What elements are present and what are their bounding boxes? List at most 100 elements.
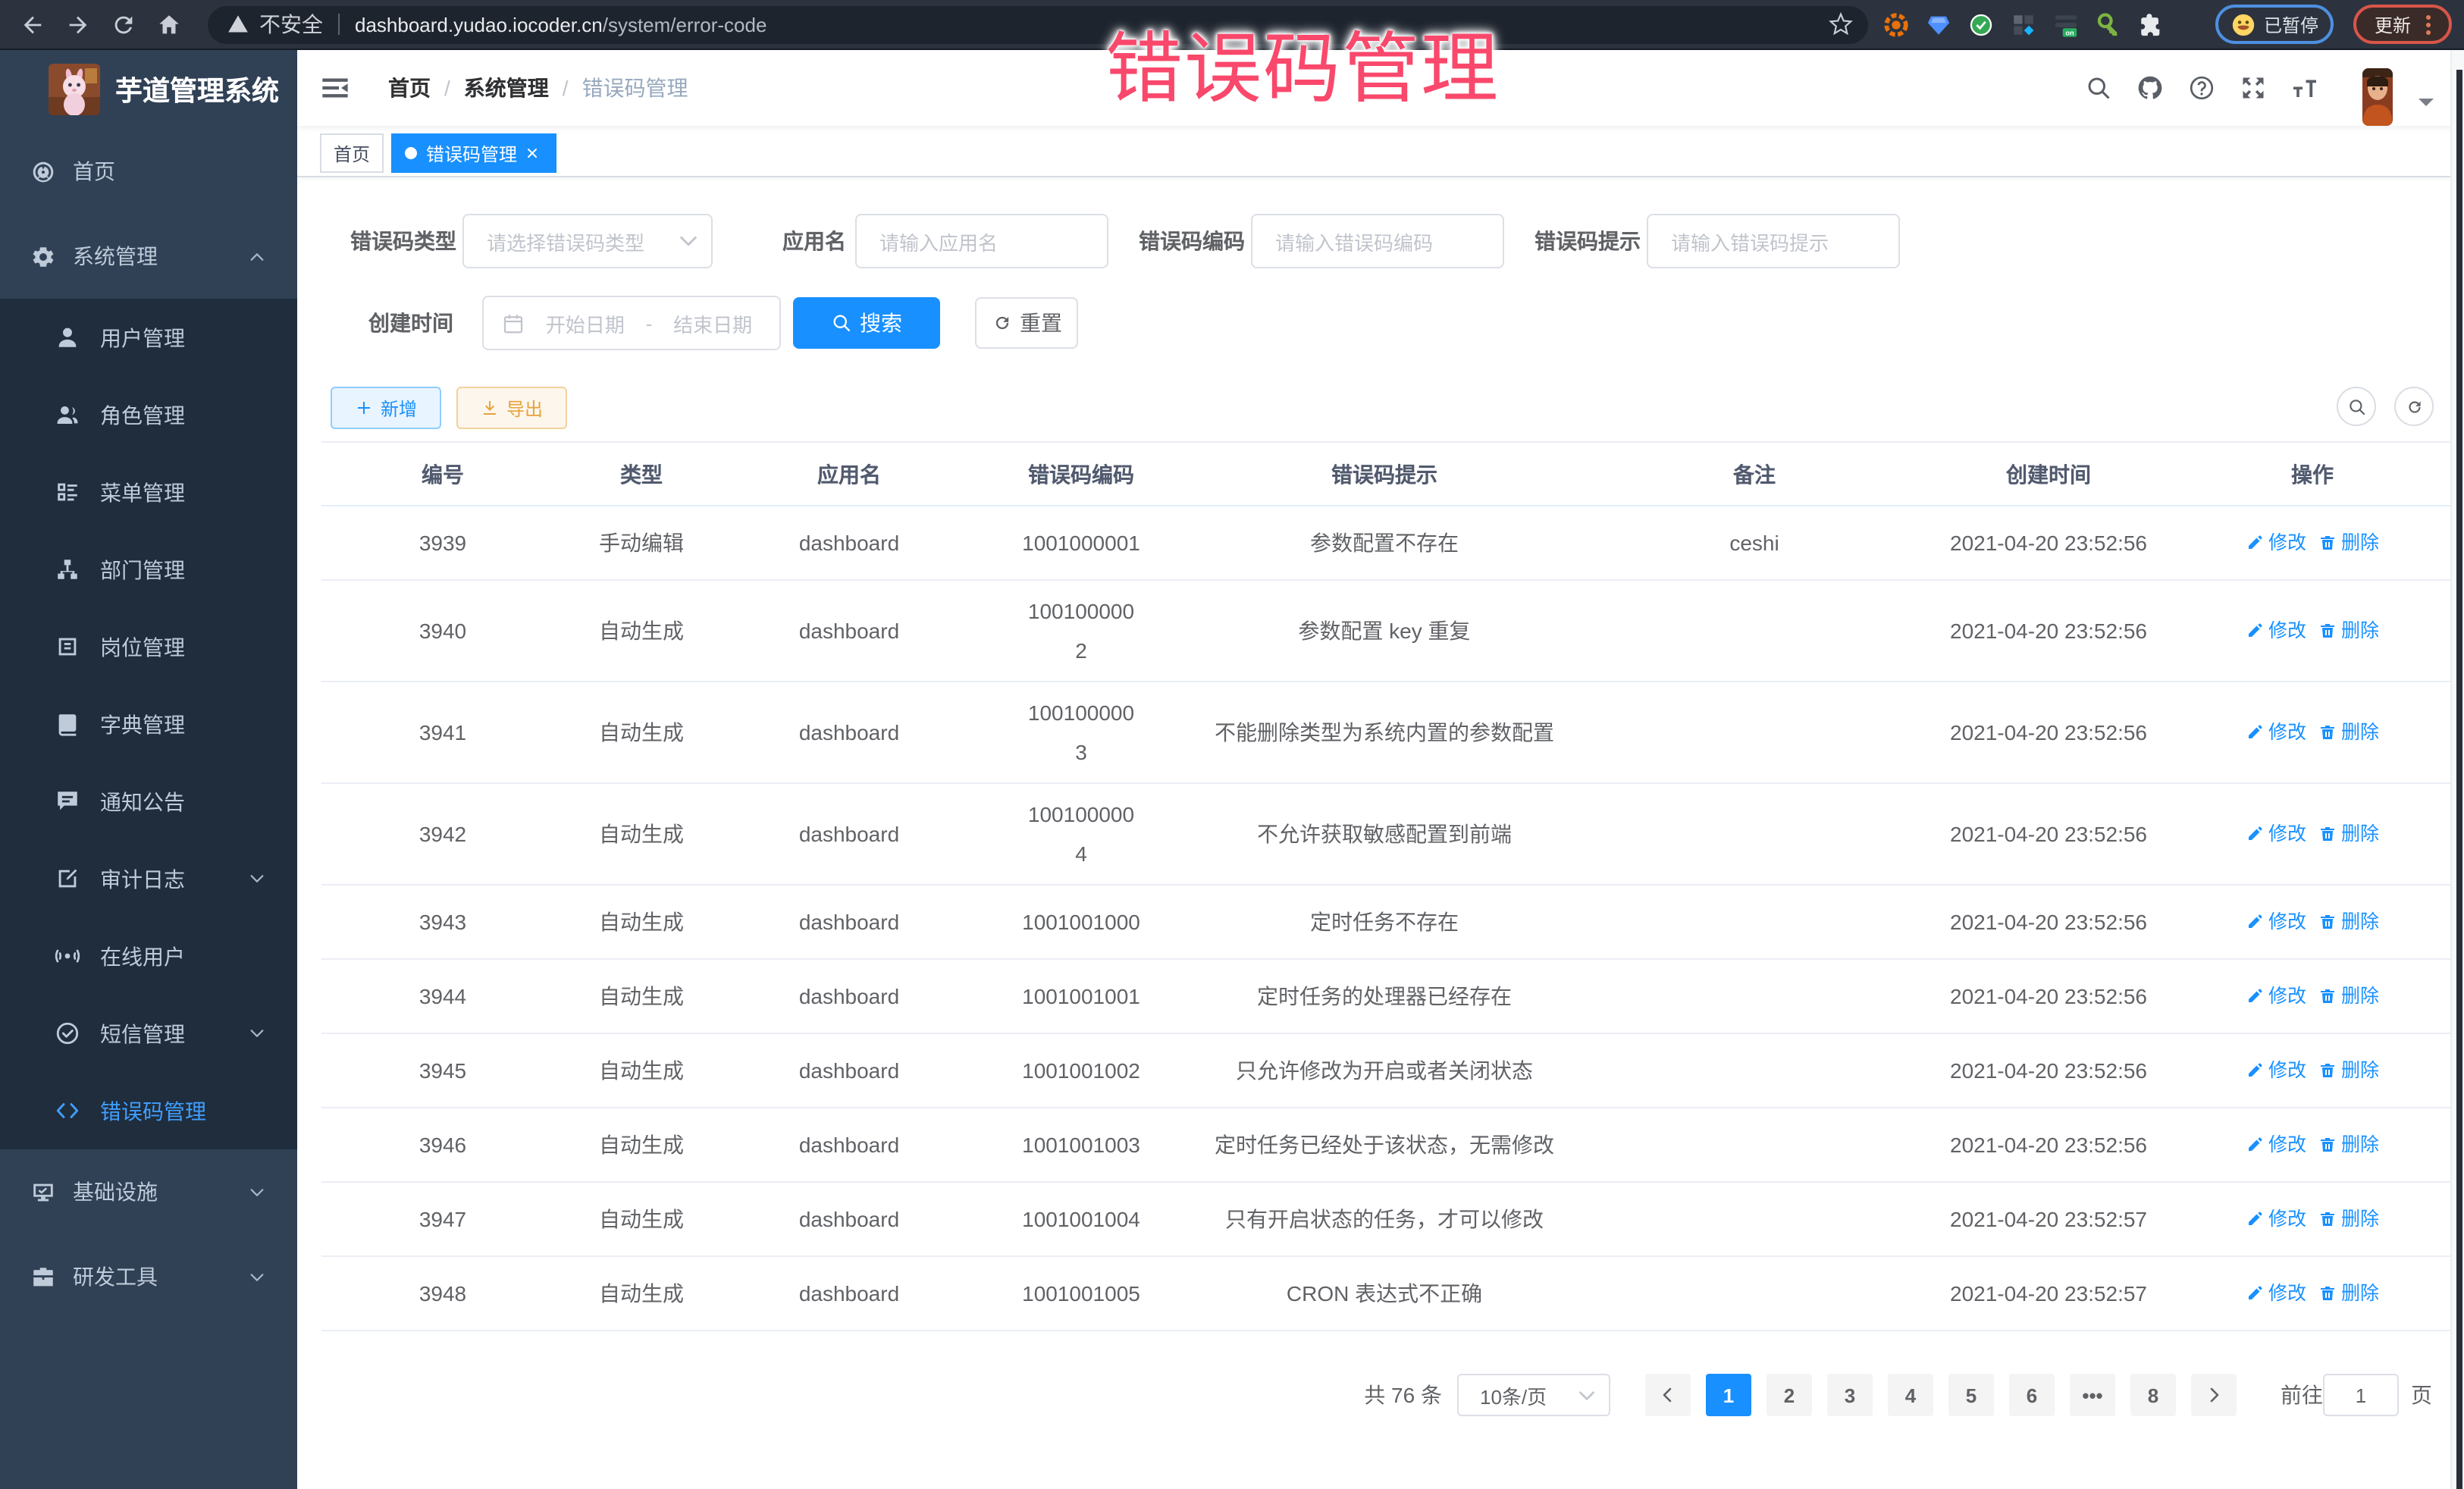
bookmark-star-icon[interactable]: [1829, 12, 1853, 36]
sidebar-item-online[interactable]: 在线用户: [0, 917, 297, 995]
date-end-input[interactable]: 结束日期: [658, 309, 767, 337]
delete-link[interactable]: 删除: [2318, 901, 2379, 941]
page-button-1[interactable]: 1: [1706, 1374, 1751, 1416]
scrollbar-thumb[interactable]: [2456, 70, 2462, 1489]
pager-ellipsis[interactable]: •••: [2070, 1374, 2115, 1416]
svg-text:on: on: [2065, 28, 2074, 36]
font-size-icon[interactable]: [2291, 74, 2318, 102]
export-button[interactable]: 导出: [456, 387, 567, 429]
edit-link[interactable]: 修改: [2246, 610, 2306, 650]
treetable-icon: [55, 479, 80, 505]
form-icon: [55, 866, 80, 892]
header-search-icon[interactable]: [2085, 74, 2112, 102]
sidebar-item-post[interactable]: 岗位管理: [0, 608, 297, 685]
goto-page-input[interactable]: 1: [2323, 1374, 2399, 1416]
sidebar-item-form[interactable]: 审计日志: [0, 840, 297, 917]
prev-page-button[interactable]: [1645, 1374, 1691, 1416]
extension-grid-icon[interactable]: [2011, 11, 2036, 37]
edit-link[interactable]: 修改: [2246, 901, 2306, 941]
row-message: CRON 表达式不正确: [1183, 1256, 1586, 1331]
app-input[interactable]: 请输入应用名: [855, 214, 1108, 268]
delete-link[interactable]: 删除: [2318, 1199, 2379, 1238]
tag-close-icon[interactable]: [522, 143, 543, 164]
extension-gem-icon[interactable]: [1926, 11, 1951, 37]
delete-link[interactable]: 删除: [2318, 1124, 2379, 1164]
browser-menu-icon[interactable]: [2426, 14, 2431, 34]
next-page-button[interactable]: [2191, 1374, 2237, 1416]
page-button-5[interactable]: 5: [1948, 1374, 1994, 1416]
sidebar-item-tree[interactable]: 部门管理: [0, 531, 297, 608]
reset-button[interactable]: 重置: [975, 297, 1078, 349]
page-button-2[interactable]: 2: [1766, 1374, 1812, 1416]
sidebar-item-validcode[interactable]: 短信管理: [0, 995, 297, 1072]
delete-link[interactable]: 删除: [2318, 712, 2379, 751]
breadcrumb-system[interactable]: 系统管理: [464, 73, 549, 103]
breadcrumb-home[interactable]: 首页: [388, 73, 431, 103]
type-select[interactable]: 请选择错误码类型: [462, 214, 713, 268]
page-button-3[interactable]: 3: [1827, 1374, 1873, 1416]
extension-key-icon[interactable]: [2096, 11, 2121, 37]
extensions-puzzle-icon[interactable]: [2138, 11, 2164, 37]
sidebar-logo[interactable]: 芋道管理系统: [0, 50, 297, 129]
browser-scrollbar[interactable]: [2450, 50, 2464, 1489]
row-remark: [1586, 1256, 1923, 1331]
page-size-select[interactable]: 10条/页: [1457, 1374, 1610, 1416]
browser-reload-icon[interactable]: [111, 11, 136, 37]
sidebar-item-user[interactable]: 用户管理: [0, 299, 297, 376]
browser-back-icon[interactable]: [20, 11, 45, 37]
edit-link[interactable]: 修改: [2246, 522, 2306, 562]
code-icon: [55, 1098, 80, 1124]
toggle-search-button[interactable]: [2337, 387, 2376, 426]
edit-link[interactable]: 修改: [2246, 813, 2306, 853]
edit-link[interactable]: 修改: [2246, 1124, 2306, 1164]
edit-link[interactable]: 修改: [2246, 1199, 2306, 1238]
delete-link[interactable]: 删除: [2318, 610, 2379, 650]
docs-help-icon[interactable]: [2188, 74, 2215, 102]
paused-extension-pill[interactable]: 已暂停: [2215, 5, 2334, 44]
delete-link[interactable]: 删除: [2318, 522, 2379, 562]
sidebar-item-message[interactable]: 通知公告: [0, 763, 297, 840]
hamburger-icon[interactable]: [320, 73, 350, 103]
edit-link[interactable]: 修改: [2246, 976, 2306, 1015]
edit-link[interactable]: 修改: [2246, 712, 2306, 751]
page-button-8[interactable]: 8: [2130, 1374, 2176, 1416]
msg-input[interactable]: 请输入错误码提示: [1647, 214, 1900, 268]
delete-link[interactable]: 删除: [2318, 1273, 2379, 1312]
add-button[interactable]: 新增: [331, 387, 441, 429]
github-icon[interactable]: [2136, 74, 2164, 102]
sidebar-item-tool[interactable]: 研发工具: [0, 1234, 297, 1319]
tag-error-code[interactable]: 错误码管理: [391, 133, 556, 173]
browser-forward-icon[interactable]: [65, 11, 91, 37]
fullscreen-icon[interactable]: [2240, 74, 2267, 102]
delete-icon: [2318, 723, 2337, 741]
code-input[interactable]: 请输入错误码编码: [1251, 214, 1504, 268]
sidebar-item-gear[interactable]: 系统管理: [0, 214, 297, 299]
delete-link[interactable]: 删除: [2318, 976, 2379, 1015]
page-button-6[interactable]: 6: [2009, 1374, 2055, 1416]
chevron-down-icon: [249, 1183, 265, 1200]
delete-link[interactable]: 删除: [2318, 1050, 2379, 1089]
search-button[interactable]: 搜索: [793, 297, 940, 349]
sidebar-item-treetable[interactable]: 菜单管理: [0, 453, 297, 531]
sidebar-item-skill[interactable]: 基础设施: [0, 1149, 297, 1234]
browser-home-icon[interactable]: [156, 11, 182, 37]
edit-link[interactable]: 修改: [2246, 1050, 2306, 1089]
extension-switchyomega-icon[interactable]: on: [2053, 11, 2079, 37]
validcode-icon: [55, 1020, 80, 1046]
user-avatar[interactable]: [2343, 50, 2434, 126]
sidebar-item-peoples[interactable]: 角色管理: [0, 376, 297, 453]
sidebar-item-dashboard[interactable]: 首页: [0, 129, 297, 214]
sidebar-item-code[interactable]: 错误码管理: [0, 1072, 297, 1149]
page-button-4[interactable]: 4: [1888, 1374, 1933, 1416]
date-start-input[interactable]: 开始日期: [531, 309, 640, 337]
tag-home[interactable]: 首页: [320, 133, 384, 173]
extension-orange-icon[interactable]: [1883, 11, 1909, 37]
extension-green-circle-icon[interactable]: [1968, 11, 1994, 37]
edit-link[interactable]: 修改: [2246, 1273, 2306, 1312]
sidebar-item-dict[interactable]: 字典管理: [0, 685, 297, 763]
address-bar[interactable]: 不安全 dashboard.yudao.iocoder.cn/system/er…: [208, 5, 1868, 43]
delete-link[interactable]: 删除: [2318, 813, 2379, 853]
update-browser-pill[interactable]: 更新: [2353, 5, 2452, 44]
date-range-picker[interactable]: 开始日期 - 结束日期: [482, 296, 781, 350]
refresh-table-button[interactable]: [2394, 387, 2434, 426]
